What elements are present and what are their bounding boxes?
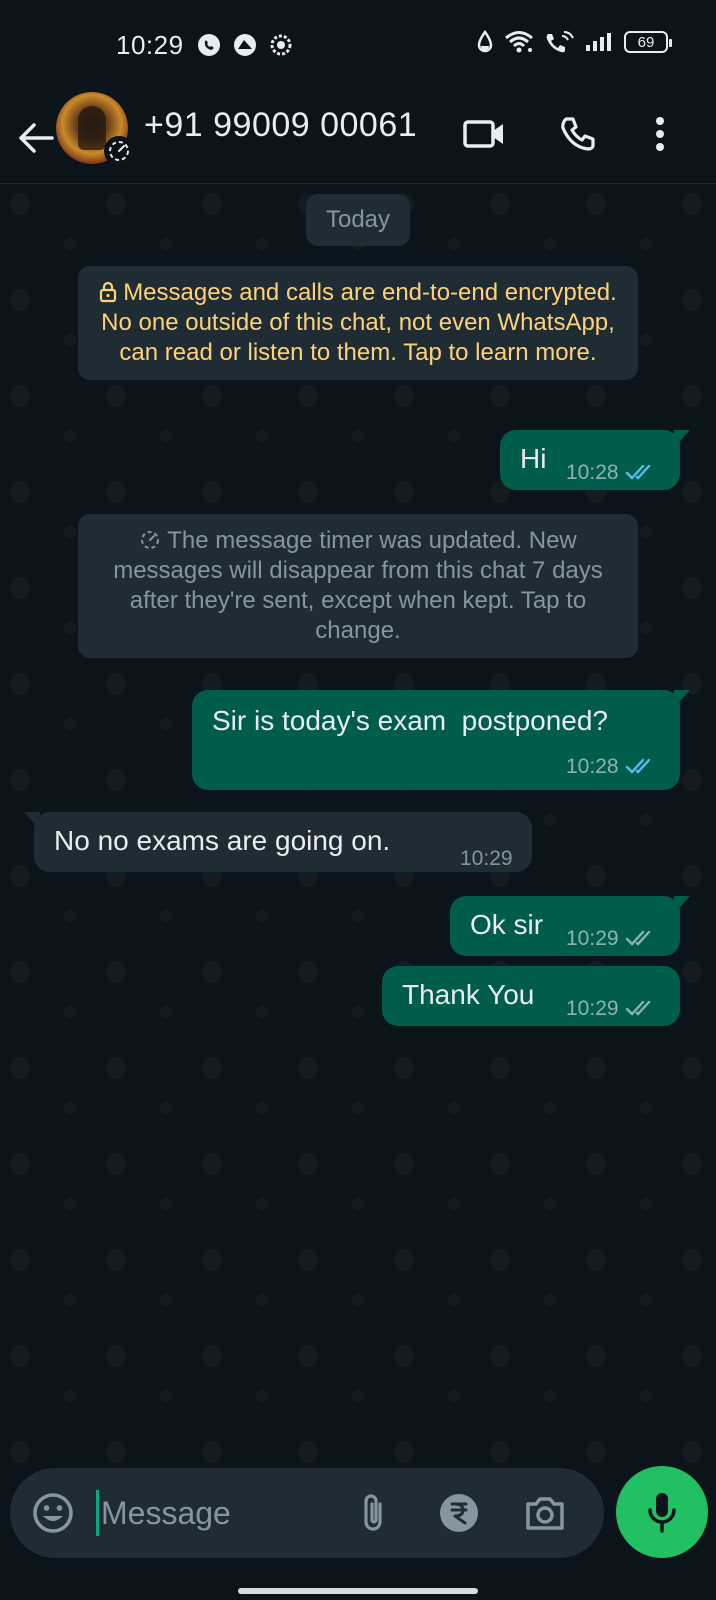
disappearing-timer-badge [104, 136, 134, 166]
message-time: 10:29 [566, 997, 619, 1020]
composer-bar [0, 1464, 716, 1600]
video-call-icon [463, 120, 503, 148]
read-receipt-icon [625, 464, 650, 480]
status-bar: 10:29 69 [0, 0, 716, 92]
message-text: Thank You [402, 979, 535, 1010]
message-bubble-outgoing[interactable]: Ok sir 10:29 [450, 896, 690, 956]
composer [10, 1468, 604, 1558]
contact-name[interactable]: +91 99009 00061 [144, 106, 417, 145]
message-meta: 10:28 [566, 750, 657, 784]
status-notification-icons [196, 32, 294, 58]
emoji-icon [33, 1493, 73, 1533]
message-meta: 10:29 [566, 992, 657, 1026]
back-button[interactable] [14, 110, 58, 166]
timer-notice-text: The message timer was updated. New messa… [113, 527, 603, 644]
emoji-button[interactable] [26, 1486, 80, 1540]
bubble-tail [674, 690, 690, 708]
timer-icon [141, 531, 160, 549]
back-arrow-icon [19, 123, 54, 153]
payment-button[interactable] [432, 1486, 486, 1540]
status-system-icons: 69 [476, 30, 672, 54]
message-bubble-incoming[interactable]: No no exams are going on. 10:29 [24, 812, 532, 872]
drive-icon [234, 34, 256, 56]
data-saver-icon [477, 30, 493, 53]
chat-header: +91 99009 00061 [0, 92, 716, 184]
wifi-calling-icon [546, 31, 574, 53]
camera-button[interactable] [518, 1486, 572, 1540]
encryption-notice[interactable]: Messages and calls are end-to-end encryp… [78, 266, 638, 380]
bubble-tail [24, 812, 40, 830]
message-meta: 10:28 [566, 456, 657, 490]
gesture-nav-bar[interactable] [238, 1588, 478, 1594]
message-text: Ok sir [470, 909, 544, 940]
message-input[interactable] [96, 1490, 346, 1536]
message-time: 10:29 [460, 847, 513, 870]
video-call-button[interactable] [456, 106, 512, 162]
delivered-receipt-icon [625, 930, 650, 946]
mic-icon [648, 1493, 676, 1533]
date-chip: Today [306, 194, 410, 246]
status-time: 10:29 [116, 30, 184, 60]
whatsapp-icon [198, 34, 220, 56]
message-meta: 10:29 [566, 922, 657, 956]
disappearing-timer-icon [109, 141, 129, 161]
attach-icon [364, 1494, 382, 1531]
message-meta: 10:29 [460, 842, 513, 876]
message-text: Hi [520, 443, 547, 474]
attach-button[interactable] [346, 1486, 400, 1540]
chat-area[interactable]: Today Messages and calls are end-to-end … [0, 184, 716, 1464]
battery-icon: 69 [624, 31, 672, 53]
lock-icon [100, 281, 117, 303]
encryption-notice-text: Messages and calls are end-to-end encryp… [101, 279, 617, 366]
voice-call-icon [561, 117, 595, 151]
message-bubble-outgoing[interactable]: Hi 10:28 [500, 430, 690, 490]
camera-icon [526, 1497, 564, 1530]
bubble-tail [674, 896, 690, 914]
message-text: Sir is today's exam postponed? [212, 705, 609, 736]
voice-call-button[interactable] [550, 106, 606, 162]
message-bubble-outgoing[interactable]: Sir is today's exam postponed? 10:28 [192, 690, 690, 790]
signal-icon [586, 33, 611, 51]
payment-rupee-icon [440, 1494, 478, 1532]
battery-level: 69 [637, 33, 655, 51]
voice-message-button[interactable] [616, 1466, 708, 1558]
more-options-icon [656, 117, 664, 151]
read-receipt-icon [625, 758, 650, 774]
wifi-icon [505, 31, 533, 53]
message-bubble-outgoing[interactable]: Thank You 10:29 [382, 966, 680, 1026]
more-options-button[interactable] [632, 106, 688, 162]
whatsapp-chat-screen: 10:29 69 +91 99009 00061 Today Messages … [0, 0, 716, 1600]
message-time: 10:28 [566, 461, 619, 484]
bubble-tail [674, 430, 690, 448]
message-text: No no exams are going on. [54, 825, 391, 856]
settings-app-icon [270, 34, 292, 56]
message-time: 10:28 [566, 755, 619, 778]
delivered-receipt-icon [625, 1000, 650, 1016]
timer-notice[interactable]: The message timer was updated. New messa… [78, 514, 638, 658]
message-time: 10:29 [566, 927, 619, 950]
